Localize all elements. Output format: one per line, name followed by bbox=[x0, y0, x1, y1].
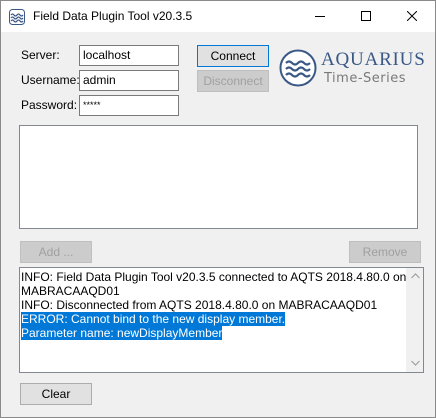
aquarius-logo: AQUARIUS Time-Series bbox=[279, 47, 429, 89]
plugin-list[interactable] bbox=[19, 125, 418, 229]
log-line-selected: ERROR: Cannot bind to the new display me… bbox=[21, 312, 286, 326]
add-plugin-button[interactable]: Add ... bbox=[20, 241, 92, 263]
password-input[interactable]: ***** bbox=[79, 95, 179, 116]
log-line-selected: Parameter name: newDisplayMember bbox=[21, 326, 223, 340]
close-icon bbox=[407, 11, 417, 21]
maximize-icon bbox=[361, 11, 371, 21]
username-input[interactable]: admin bbox=[79, 70, 179, 91]
logo-title: AQUARIUS bbox=[321, 49, 426, 70]
logo-subtitle: Time-Series bbox=[324, 71, 406, 86]
window-title: Field Data Plugin Tool v20.3.5 bbox=[33, 9, 193, 23]
disconnect-button[interactable]: Disconnect bbox=[197, 70, 269, 92]
scroll-down-button[interactable] bbox=[407, 355, 423, 372]
server-label: Server: bbox=[21, 48, 60, 62]
clear-button[interactable]: Clear bbox=[20, 383, 92, 405]
app-wave-icon bbox=[9, 9, 25, 25]
chevron-down-icon bbox=[411, 360, 420, 366]
main-window: Field Data Plugin Tool v20.3.5 Server: l… bbox=[0, 0, 436, 418]
scroll-up-button[interactable] bbox=[407, 268, 423, 285]
server-input[interactable]: localhost bbox=[79, 45, 179, 66]
log-scrollbar[interactable] bbox=[406, 268, 423, 372]
log-line: INFO: Field Data Plugin Tool v20.3.5 con… bbox=[21, 270, 407, 284]
close-button[interactable] bbox=[389, 1, 435, 32]
remove-plugin-button[interactable]: Remove bbox=[349, 241, 421, 263]
aquarius-wave-icon bbox=[279, 49, 317, 87]
minimize-button[interactable] bbox=[297, 1, 343, 32]
log-output[interactable]: INFO: Field Data Plugin Tool v20.3.5 con… bbox=[19, 267, 424, 373]
log-line: INFO: Disconnected from AQTS 2018.4.80.0… bbox=[21, 298, 378, 312]
log-lines: INFO: Field Data Plugin Tool v20.3.5 con… bbox=[21, 270, 406, 340]
log-line: MABRACAAQD01 bbox=[21, 284, 120, 298]
minimize-icon bbox=[315, 16, 325, 17]
password-label: Password: bbox=[21, 98, 78, 112]
title-bar[interactable]: Field Data Plugin Tool v20.3.5 bbox=[1, 1, 435, 32]
chevron-up-icon bbox=[411, 273, 420, 279]
username-label: Username: bbox=[21, 73, 80, 87]
connect-button[interactable]: Connect bbox=[197, 45, 269, 67]
maximize-button[interactable] bbox=[343, 1, 389, 32]
